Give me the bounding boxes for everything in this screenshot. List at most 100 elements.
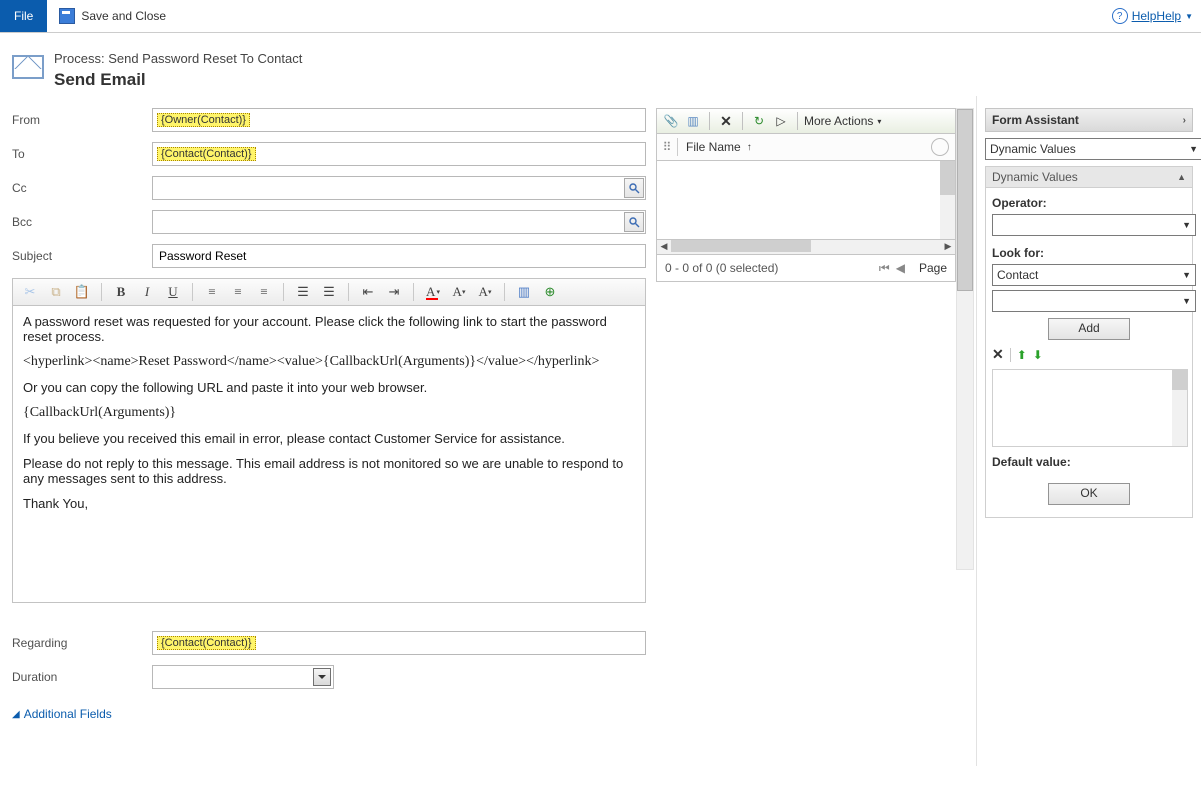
body-p3: Or you can copy the following URL and pa…	[23, 380, 635, 395]
refresh-icon: ↻	[754, 114, 764, 128]
to-field[interactable]: {Contact(Contact)}	[152, 142, 646, 166]
copy-button[interactable]: ⧉	[45, 281, 67, 303]
lookup-icon	[628, 216, 640, 228]
outdent-button[interactable]: ⇤	[357, 281, 379, 303]
paste-button[interactable]: 📋	[71, 281, 93, 303]
process-line: Process: Send Password Reset To Contact	[54, 51, 302, 66]
bcc-field[interactable]	[152, 210, 646, 234]
align-left-button[interactable]: ≡	[201, 281, 223, 303]
chevron-down-icon: ▼	[1185, 12, 1193, 21]
checkbox-column[interactable]: ⠿	[657, 140, 677, 154]
cut-button[interactable]: ✂	[19, 281, 41, 303]
indent-button[interactable]: ⇥	[383, 281, 405, 303]
from-token[interactable]: {Owner(Contact)}	[157, 113, 250, 127]
delete-button[interactable]: ✕	[716, 111, 736, 131]
assistant-mode-select[interactable]: Dynamic Values ▼	[985, 138, 1201, 160]
scrollbar[interactable]	[1172, 370, 1187, 446]
insert-link-button[interactable]: ⊕	[539, 281, 561, 303]
horizontal-scrollbar[interactable]: ◀ ▶	[656, 240, 956, 255]
page-header: Process: Send Password Reset To Contact …	[0, 33, 1201, 96]
to-label: To	[12, 147, 152, 161]
additional-fields-label: Additional Fields	[24, 707, 112, 721]
move-down-button[interactable]: ⬇	[1033, 348, 1043, 362]
align-center-button[interactable]: ≡	[227, 281, 249, 303]
subject-field[interactable]	[152, 244, 646, 268]
attach-icon: 📎	[664, 114, 679, 128]
attachments-column-header[interactable]: ⠿ File Name ↑	[656, 134, 956, 161]
additional-fields-toggle[interactable]: ◢ Additional Fields	[12, 707, 646, 721]
page-title: Send Email	[54, 70, 302, 90]
bold-button[interactable]: B	[110, 281, 132, 303]
insert-template-button[interactable]: ▥	[513, 281, 535, 303]
body-p7: Thank You,	[23, 496, 635, 511]
italic-button[interactable]: I	[136, 281, 158, 303]
cc-field[interactable]	[152, 176, 646, 200]
first-page-icon[interactable]: ⏮	[879, 261, 890, 276]
close-icon: ✕	[720, 113, 732, 130]
chevron-down-icon: ▾	[877, 117, 881, 126]
duration-select[interactable]	[152, 665, 334, 689]
reload-icon[interactable]	[931, 138, 949, 156]
align-right-button[interactable]: ≡	[253, 281, 275, 303]
bcc-label: Bcc	[12, 215, 152, 229]
play-button[interactable]: ▷	[771, 111, 791, 131]
look-for-attribute-select[interactable]: ▼	[992, 290, 1196, 312]
email-body-editor[interactable]: A password reset was requested for your …	[12, 305, 646, 603]
refresh-button[interactable]: ↻	[749, 111, 769, 131]
dynamic-values-section-header[interactable]: Dynamic Values ▲	[985, 166, 1193, 188]
form-assistant-header[interactable]: Form Assistant ›	[985, 108, 1193, 132]
from-label: From	[12, 113, 152, 127]
save-and-close-button[interactable]: Save and Close	[59, 8, 166, 24]
scroll-left-icon[interactable]: ◀	[657, 240, 671, 252]
add-label: Add	[1078, 321, 1099, 335]
look-for-label: Look for:	[992, 246, 1186, 260]
assistant-mode-value: Dynamic Values	[990, 142, 1076, 156]
attach-file-button[interactable]: 📎	[661, 111, 681, 131]
scrollbar[interactable]	[956, 108, 974, 570]
underline-button[interactable]: U	[162, 281, 184, 303]
regarding-field[interactable]: {Contact(Contact)}	[152, 631, 646, 655]
prev-page-icon[interactable]: ◀	[896, 261, 905, 275]
note-icon: ▥	[687, 114, 698, 128]
process-name: Send Password Reset To Contact	[108, 51, 302, 66]
file-menu-button[interactable]: File	[0, 0, 47, 32]
attach-note-button[interactable]: ▥	[683, 111, 703, 131]
email-form: From {Owner(Contact)} To {Contact(Contac…	[0, 96, 656, 766]
form-assistant-panel: Form Assistant › Dynamic Values ▼ Dynami…	[977, 96, 1201, 766]
operator-select[interactable]: ▼	[992, 214, 1196, 236]
ok-label: OK	[1080, 486, 1097, 500]
more-actions-dropdown[interactable]: More Actions ▾	[804, 114, 881, 128]
default-value-label: Default value:	[992, 455, 1186, 469]
to-token[interactable]: {Contact(Contact)}	[157, 147, 256, 161]
body-p4: {CallbackUrl(Arguments)}	[23, 405, 635, 421]
operator-label: Operator:	[992, 196, 1186, 210]
ordered-list-button[interactable]: ☰	[292, 281, 314, 303]
from-field[interactable]: {Owner(Contact)}	[152, 108, 646, 132]
help-link[interactable]: ? HelpHelpHelp ▼	[1112, 8, 1193, 24]
play-icon: ▷	[776, 114, 785, 128]
font-size-button[interactable]: A▾	[448, 281, 470, 303]
selected-values-list[interactable]	[992, 369, 1188, 447]
page-label: Page	[919, 261, 947, 275]
more-actions-label: More Actions	[804, 114, 873, 128]
unordered-list-button[interactable]: ☰	[318, 281, 340, 303]
look-for-entity-select[interactable]: Contact ▼	[992, 264, 1196, 286]
help-icon: ?	[1112, 8, 1128, 24]
scroll-right-icon[interactable]: ▶	[941, 240, 955, 252]
regarding-token[interactable]: {Contact(Contact)}	[157, 636, 256, 650]
subject-label: Subject	[12, 249, 152, 263]
chevron-right-icon: ›	[1183, 115, 1186, 126]
top-toolbar: File Save and Close ? HelpHelpHelp ▼	[0, 0, 1201, 33]
ok-button[interactable]: OK	[1048, 483, 1130, 505]
font-color-button[interactable]: A▾	[422, 281, 444, 303]
font-family-button[interactable]: A▾	[474, 281, 496, 303]
bcc-lookup-button[interactable]	[624, 212, 644, 232]
lookup-icon	[628, 182, 640, 194]
chevron-down-icon: ▼	[1189, 144, 1198, 154]
move-up-button[interactable]: ⬆	[1017, 348, 1027, 362]
scrollbar[interactable]	[940, 161, 955, 239]
remove-button[interactable]: ✕	[992, 346, 1004, 363]
cc-lookup-button[interactable]	[624, 178, 644, 198]
add-button[interactable]: Add	[1048, 318, 1130, 340]
subject-input[interactable]	[157, 248, 641, 264]
